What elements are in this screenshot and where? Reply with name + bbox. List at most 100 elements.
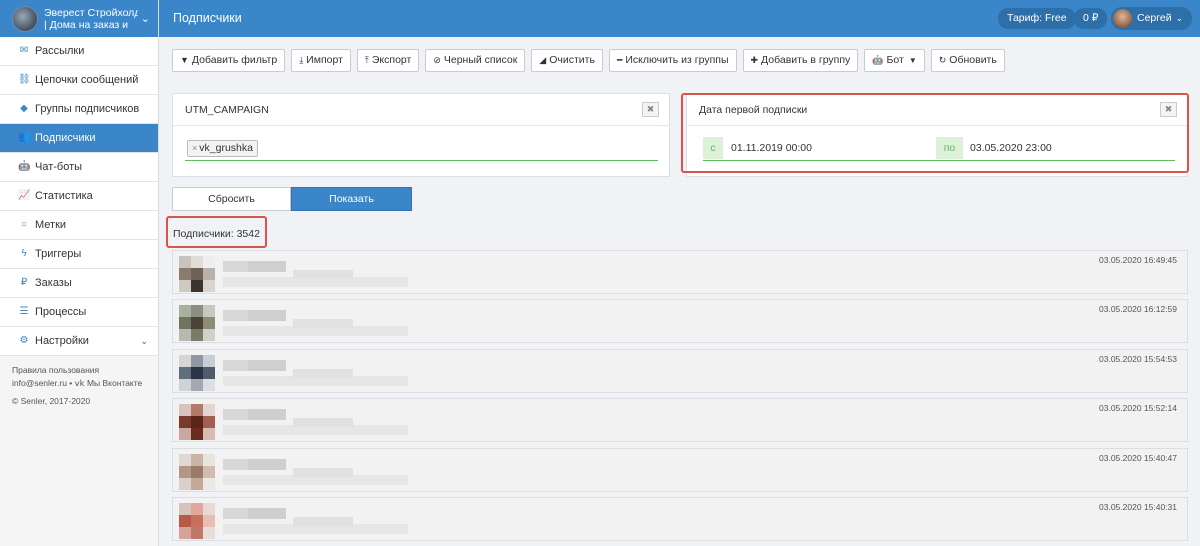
link-icon: ⛓ <box>18 74 31 85</box>
email-link[interactable]: info@senler.ru <box>12 378 67 388</box>
sidebar-item-label: Процессы <box>35 306 87 318</box>
community-avatar <box>12 5 38 32</box>
reset-button[interactable]: Сбросить <box>172 187 291 211</box>
close-icon[interactable]: ✖ <box>642 102 659 117</box>
avatar-pixel <box>191 256 203 268</box>
avatar-pixel <box>191 466 203 478</box>
balance-badge[interactable]: 0 ₽ <box>1074 8 1108 29</box>
list-item[interactable]: 03.05.2020 15:54:53 <box>172 349 1188 393</box>
user-menu[interactable]: Сергей ⌄ <box>1111 7 1193 30</box>
avatar-pixel <box>191 515 203 527</box>
sidebar-item-label: Настройки <box>35 335 89 347</box>
sidebar-item[interactable]: 🤖 Чат-боты <box>0 153 158 182</box>
avatar-pixel <box>191 527 203 539</box>
show-button[interactable]: Показать <box>291 187 412 211</box>
list-item[interactable]: 03.05.2020 15:52:14 <box>172 398 1188 442</box>
sidebar-footer: Правила пользования info@senler.ru • 𝗏𝗄 … <box>0 356 158 416</box>
avatar-pixel <box>191 329 203 341</box>
sidebar-item[interactable]: ϟ Триггеры <box>0 240 158 269</box>
sidebar-item[interactable]: ₽ Заказы <box>0 269 158 298</box>
avatar-pixel <box>191 317 203 329</box>
add-to-group-button[interactable]: ✚ Добавить в группу <box>742 49 859 72</box>
avatar-pixel <box>191 367 203 379</box>
sidebar-item[interactable]: 📈 Статистика <box>0 182 158 211</box>
blurred-text <box>293 468 353 477</box>
blurred-text <box>293 270 353 279</box>
exclude-from-group-button[interactable]: ━ Исключить из группы <box>608 49 737 72</box>
blurred-text <box>293 418 353 427</box>
list-icon: ☰ <box>19 306 29 317</box>
tariff-badge[interactable]: Тариф: Free <box>998 8 1076 29</box>
bot-dropdown[interactable]: 🤖 Бот ▼ <box>864 49 925 72</box>
toolbar: ▼ Добавить фильтр ⤓ Импорт ⤒ Экспорт ⊘ Черны… <box>172 49 1005 72</box>
import-button[interactable]: ⤓ Импорт <box>291 49 351 72</box>
rules-link[interactable]: Правила пользования <box>12 364 146 377</box>
avatar-pixel <box>203 268 215 280</box>
sidebar-item[interactable]: ☰ Процессы <box>0 298 158 327</box>
ruble-icon: ₽ <box>20 277 28 288</box>
sidebar-item-label: Статистика <box>35 190 93 202</box>
list-item[interactable]: 03.05.2020 16:12:59 <box>172 299 1188 343</box>
sidebar-item[interactable]: 👥 Подписчики <box>0 124 158 153</box>
avatar <box>179 503 215 539</box>
gears-icon: ⚙ <box>19 335 29 346</box>
avatar-pixel <box>203 329 215 341</box>
utm-filter-body[interactable]: × vk_grushka <box>173 126 669 176</box>
contacts-line: info@senler.ru • 𝗏𝗄 Мы Вконтакте <box>12 377 146 390</box>
vk-link[interactable]: • 𝗏𝗄 Мы Вконтакте <box>67 378 142 388</box>
avatar-pixel <box>179 268 191 280</box>
date-filter-highlight <box>681 93 1189 173</box>
avatar-pixel <box>203 527 215 539</box>
subscribed-timestamp: 03.05.2020 15:54:53 <box>1099 354 1177 364</box>
avatar-pixel <box>203 256 215 268</box>
avatar <box>179 256 215 292</box>
list-item[interactable]: 03.05.2020 15:40:47 <box>172 448 1188 492</box>
list-item[interactable]: 03.05.2020 15:40:31 <box>172 497 1188 541</box>
sidebar-item[interactable]: ◆ Группы подписчиков <box>0 95 158 124</box>
avatar-pixel <box>203 280 215 292</box>
refresh-button[interactable]: ↻ Обновить <box>930 49 1005 72</box>
tag-icon: ◆ <box>20 103 28 114</box>
avatar-pixel <box>179 280 191 292</box>
refresh-icon: ↻ <box>938 55 947 65</box>
avatar-pixel <box>191 503 203 515</box>
blurred-text <box>248 409 286 420</box>
sidebar-item[interactable]: ⛓ Цепочки сообщений <box>0 66 158 95</box>
community-switcher[interactable]: Эверест Стройхолдинг | Дома на заказ и ⌄ <box>0 0 158 37</box>
avatar-pixel <box>203 515 215 527</box>
avatar-pixel <box>191 478 203 490</box>
chevron-down-icon[interactable]: ⌄ <box>141 12 150 25</box>
sidebar-item-label: Цепочки сообщений <box>35 74 139 86</box>
sidebar-item[interactable]: ○ Метки <box>0 211 158 240</box>
avatar <box>179 404 215 440</box>
copyright: © Senler, 2017-2020 <box>12 396 91 406</box>
export-button[interactable]: ⤒ Экспорт <box>356 49 420 72</box>
clear-button[interactable]: ◢ Очистить <box>531 49 603 72</box>
subscribed-timestamp: 03.05.2020 15:40:31 <box>1099 502 1177 512</box>
sidebar-item-label: Подписчики <box>35 132 96 144</box>
avatar-pixel <box>203 428 215 440</box>
blurred-text <box>248 310 286 321</box>
avatar-pixel <box>203 367 215 379</box>
remove-tag-icon[interactable]: × <box>192 143 197 153</box>
community-name-line2: | Дома на заказ и <box>44 18 129 31</box>
sidebar-item[interactable]: ✉ Рассылки <box>0 37 158 66</box>
users-icon: 👥 <box>18 132 31 143</box>
avatar-pixel <box>191 404 203 416</box>
avatar-pixel <box>179 478 191 490</box>
avatar-pixel <box>203 404 215 416</box>
add-filter-button[interactable]: ▼ Добавить фильтр <box>172 49 286 72</box>
avatar-pixel <box>179 515 191 527</box>
community-name: Эверест Стройхолдинг | Дома на заказ и <box>44 7 138 31</box>
sidebar-item[interactable]: ⚙ Настройки ⌄ <box>0 327 158 356</box>
blurred-text <box>248 508 286 519</box>
subscribed-timestamp: 03.05.2020 15:52:14 <box>1099 403 1177 413</box>
avatar-pixel <box>179 305 191 317</box>
user-name: Сергей <box>1137 12 1172 24</box>
blacklist-button[interactable]: ⊘ Черный список <box>425 49 526 72</box>
sidebar-nav: ✉ Рассылки ⛓ Цепочки сообщений ◆ Группы подпи… <box>0 37 158 356</box>
utm-tag-label: vk_grushka <box>199 142 253 154</box>
upload-icon: ⤒ <box>364 55 369 65</box>
blurred-text <box>293 517 353 526</box>
list-item[interactable]: 03.05.2020 16:49:45 <box>172 250 1188 294</box>
